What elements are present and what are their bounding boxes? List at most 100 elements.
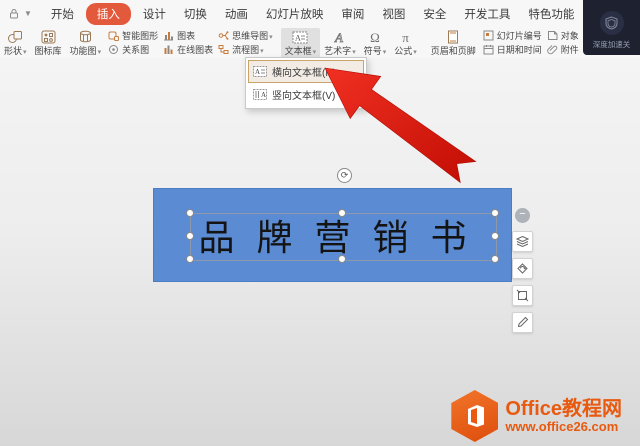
online-chart-icon	[162, 44, 175, 55]
tab-animation[interactable]: 动画	[219, 3, 254, 25]
resize-handle-n[interactable]	[338, 209, 346, 217]
text-box-dropdown: A 横向文本框(H) A 竖向文本框(V)	[245, 57, 367, 109]
function-chart-icon	[78, 29, 93, 44]
object-attach-group: 对象 附件	[546, 28, 579, 58]
mind-map-button[interactable]: 思维导图	[217, 29, 273, 43]
svg-text:A: A	[261, 91, 266, 99]
flow-chart-button[interactable]: 流程图	[217, 43, 273, 57]
resize-handle-ne[interactable]	[491, 209, 499, 217]
function-chart-label: 功能图	[70, 44, 102, 57]
formula-label: 公式	[394, 44, 417, 57]
horizontal-textbox-icon: A	[253, 66, 267, 77]
datetime-button[interactable]: 日期和时间	[482, 43, 542, 57]
svg-text:A: A	[295, 33, 301, 42]
formula-icon: π	[402, 29, 409, 45]
word-art-icon: A	[333, 29, 347, 44]
relation-chart-button[interactable]: 关系图	[107, 43, 158, 57]
datetime-label: 日期和时间	[496, 45, 542, 55]
resize-handle-w[interactable]	[186, 232, 194, 240]
object-label: 对象	[560, 31, 579, 41]
icon-library-label: 图标库	[34, 45, 62, 56]
svg-text:A: A	[334, 30, 343, 44]
chart-button[interactable]: 图表	[162, 29, 213, 43]
resize-handle-e[interactable]	[491, 232, 499, 240]
map-group: 思维导图 流程图	[217, 28, 273, 58]
resize-handle-s[interactable]	[338, 255, 346, 263]
watermark-title: Office教程网	[505, 397, 622, 420]
function-chart-button[interactable]: 功能图	[66, 28, 106, 58]
diagram-group: 智能图形 关系图	[107, 28, 158, 58]
icon-library-button[interactable]: 图标库	[31, 28, 66, 58]
resize-handle-sw[interactable]	[186, 255, 194, 263]
smart-art-button[interactable]: 智能图形	[107, 29, 158, 43]
attachment-button[interactable]: 附件	[546, 43, 579, 57]
relation-chart-label: 关系图	[122, 45, 150, 55]
vertical-textbox-icon: A	[253, 89, 267, 100]
slide-number-label: 幻灯片编号	[496, 31, 542, 41]
formula-button[interactable]: π 公式	[390, 28, 421, 58]
tab-insert[interactable]: 插入	[85, 2, 131, 25]
rotate-flip-icon	[517, 263, 528, 274]
tab-devtools[interactable]: 开发工具	[458, 3, 516, 25]
chevron-down-icon[interactable]: ▼	[24, 9, 32, 18]
menu-item-label: 横向文本框(H)	[272, 68, 336, 79]
smart-art-label: 智能图形	[122, 31, 159, 41]
header-footer-label: 页眉和页脚	[430, 45, 476, 56]
office-logo-icon	[451, 390, 499, 442]
shield-icon	[599, 11, 624, 35]
layers-icon	[516, 235, 529, 248]
symbol-button[interactable]: Ω 符号	[360, 28, 391, 58]
rotate-flip-button[interactable]	[512, 258, 533, 279]
symbol-icon: Ω	[370, 29, 380, 45]
slide-number-icon	[482, 30, 495, 41]
menu-item-label: 竖向文本框(V)	[272, 91, 336, 102]
menu-item-vertical-textbox[interactable]: A 竖向文本框(V)	[248, 83, 364, 106]
slide-number-button[interactable]: 幻灯片编号	[482, 29, 542, 43]
crop-frame-button[interactable]	[512, 285, 533, 306]
watermark-url: www.office26.com	[505, 418, 619, 434]
tab-slideshow[interactable]: 幻灯片放映	[260, 3, 330, 25]
object-button[interactable]: 对象	[546, 29, 579, 43]
chart-group: 图表 在线图表	[162, 28, 213, 58]
layers-button[interactable]	[512, 231, 533, 252]
slide-textbox[interactable]: 品牌营销书 ⟳	[153, 168, 512, 282]
deep-accelerate-panel[interactable]: 深度加速关	[583, 0, 640, 55]
tab-features[interactable]: 特色功能	[522, 3, 580, 25]
mind-map-icon	[217, 30, 230, 41]
chart-icon	[162, 30, 175, 41]
crop-frame-icon	[516, 289, 529, 302]
text-box-button[interactable]: A 文本框	[280, 27, 321, 58]
deep-accelerate-label: 深度加速关	[592, 40, 631, 49]
slide-canvas[interactable]: 品牌营销书 ⟳ − Office教程网 www.office26.com	[0, 58, 640, 446]
tab-transition[interactable]: 切换	[178, 3, 213, 25]
tab-view[interactable]: 视图	[376, 3, 411, 25]
menu-item-horizontal-textbox[interactable]: A 横向文本框(H)	[248, 60, 364, 83]
resize-handle-se[interactable]	[491, 255, 499, 263]
floating-toolbar: −	[512, 208, 533, 339]
tab-security[interactable]: 安全	[417, 3, 452, 25]
tab-design[interactable]: 设计	[137, 3, 172, 25]
online-chart-button[interactable]: 在线图表	[162, 43, 213, 57]
brush-button[interactable]	[512, 312, 533, 333]
text-box-label: 文本框	[285, 44, 317, 57]
tab-home[interactable]: 开始	[45, 3, 80, 25]
resize-handle-nw[interactable]	[186, 209, 194, 217]
selection-rect	[190, 213, 497, 261]
header-footer-button[interactable]: 页眉和页脚	[427, 28, 480, 58]
svg-text:A: A	[255, 68, 260, 76]
chart-label: 图表	[177, 31, 196, 41]
shapes-icon	[7, 29, 23, 44]
shapes-button[interactable]: 形状	[0, 28, 31, 58]
insert-ribbon: 形状 图标库 功能图 智能图形 关系图	[0, 27, 640, 59]
lock-icon[interactable]	[8, 8, 20, 20]
rotate-handle[interactable]: ⟳	[337, 168, 352, 183]
tab-review[interactable]: 审阅	[335, 3, 370, 25]
menu-bar: ▼ 开始 插入 设计 切换 动画 幻灯片放映 审阅 视图 安全 开发工具 特色功…	[0, 0, 640, 27]
brush-icon	[517, 316, 529, 328]
attachment-icon	[546, 44, 559, 55]
collapse-button[interactable]: −	[515, 208, 530, 223]
text-box-icon: A	[292, 29, 308, 44]
word-art-button[interactable]: A 艺术字	[320, 28, 360, 58]
online-chart-label: 在线图表	[177, 45, 214, 55]
object-icon	[546, 30, 559, 41]
